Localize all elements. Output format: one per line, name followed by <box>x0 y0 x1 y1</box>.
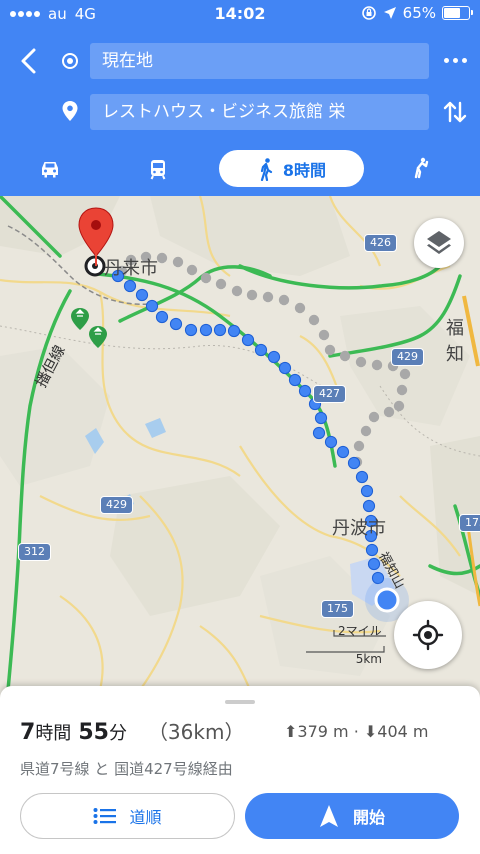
location-arrow-icon <box>383 7 396 19</box>
route-shield: 312 <box>18 543 51 561</box>
start-navigation-button[interactable]: 開始 <box>245 793 459 839</box>
descent-arrow-icon: ⬇ <box>363 722 378 741</box>
drag-handle[interactable] <box>225 700 255 704</box>
route-shield: 175 <box>321 600 354 618</box>
route-summary-sheet[interactable]: 7時間 55分 （36km） ⬆379 m · ⬇404 m 県道7号線 と 国… <box>0 686 480 854</box>
walking-icon <box>260 157 273 181</box>
scale-km: 5km <box>355 652 382 666</box>
steps-button[interactable]: 道順 <box>20 793 235 839</box>
ascent-value: 379 m <box>297 722 349 741</box>
status-bar: au 4G 14:02 65% <box>0 0 480 28</box>
back-button[interactable] <box>14 44 44 78</box>
route-map[interactable]: 丹来市 丹波市 福知 播但線 福知山 426 429 427 429 312 1… <box>0 196 480 690</box>
more-options-button[interactable] <box>442 50 468 70</box>
ascent-arrow-icon: ⬆ <box>284 722 298 741</box>
route-duration: 7時間 55分 （36km） <box>20 716 244 745</box>
place-label-city-mid: 丹波市 <box>332 518 386 539</box>
place-label-city-top: 丹来市 <box>104 258 158 279</box>
start-label: 開始 <box>352 808 385 827</box>
destination-pin-icon <box>62 101 78 121</box>
map-scale: 2マイル 5km <box>306 622 386 666</box>
route-shield: 426 <box>364 234 397 252</box>
elevation-summary: ⬆379 m · ⬇404 m <box>284 722 429 741</box>
travel-mode-bar: 8時間 <box>0 150 480 188</box>
duration-minutes: 55 <box>78 720 109 745</box>
battery-percent: 65% <box>402 4 436 22</box>
battery-icon <box>442 6 473 20</box>
duration-minutes-unit: 分 <box>108 723 127 744</box>
destination-field[interactable]: レストハウス・ビジネス旅館 栄 <box>90 94 429 130</box>
route-shield: 175 <box>459 514 480 532</box>
my-location-button[interactable] <box>394 601 462 669</box>
car-icon <box>42 162 58 178</box>
mode-walking-active[interactable]: 8時間 <box>219 150 364 187</box>
swap-button[interactable] <box>441 98 469 126</box>
origin-field[interactable]: 現在地 <box>90 43 429 79</box>
route-via: 県道7号線 と 国道427号線経由 <box>20 760 233 778</box>
duration-hours: 7 <box>20 720 36 745</box>
route-shield: 429 <box>100 496 133 514</box>
origin-dot-icon <box>62 53 78 69</box>
directions-header: au 4G 14:02 65% 現在地 レストハウス・ビジネス旅館 栄 8時間 <box>0 0 480 196</box>
list-icon <box>93 808 117 824</box>
route-distance: （36km） <box>147 720 245 744</box>
walking-time: 8時間 <box>282 160 327 180</box>
route-shield: 427 <box>313 385 346 403</box>
transit-icon <box>150 160 166 180</box>
mode-driving[interactable] <box>36 150 66 188</box>
back-arrow-icon <box>21 48 36 74</box>
rideshare-icon <box>414 157 429 179</box>
scale-miles: 2マイル <box>338 624 382 638</box>
route-shield: 429 <box>391 348 424 366</box>
swap-arrows-icon <box>443 101 467 123</box>
rotation-lock-icon <box>361 6 376 20</box>
layers-button[interactable] <box>414 218 464 268</box>
mode-rideshare[interactable] <box>406 150 436 188</box>
poi-marker[interactable] <box>71 308 107 348</box>
navigation-arrow-icon <box>319 805 338 827</box>
mode-transit[interactable] <box>144 150 174 188</box>
steps-label: 道順 <box>129 808 162 827</box>
crosshair-icon <box>412 619 444 651</box>
duration-hours-unit: 時間 <box>35 723 72 744</box>
place-label-city-right: 福知 <box>446 318 464 365</box>
descent-value: 404 m <box>377 722 429 741</box>
layers-icon <box>427 231 451 254</box>
